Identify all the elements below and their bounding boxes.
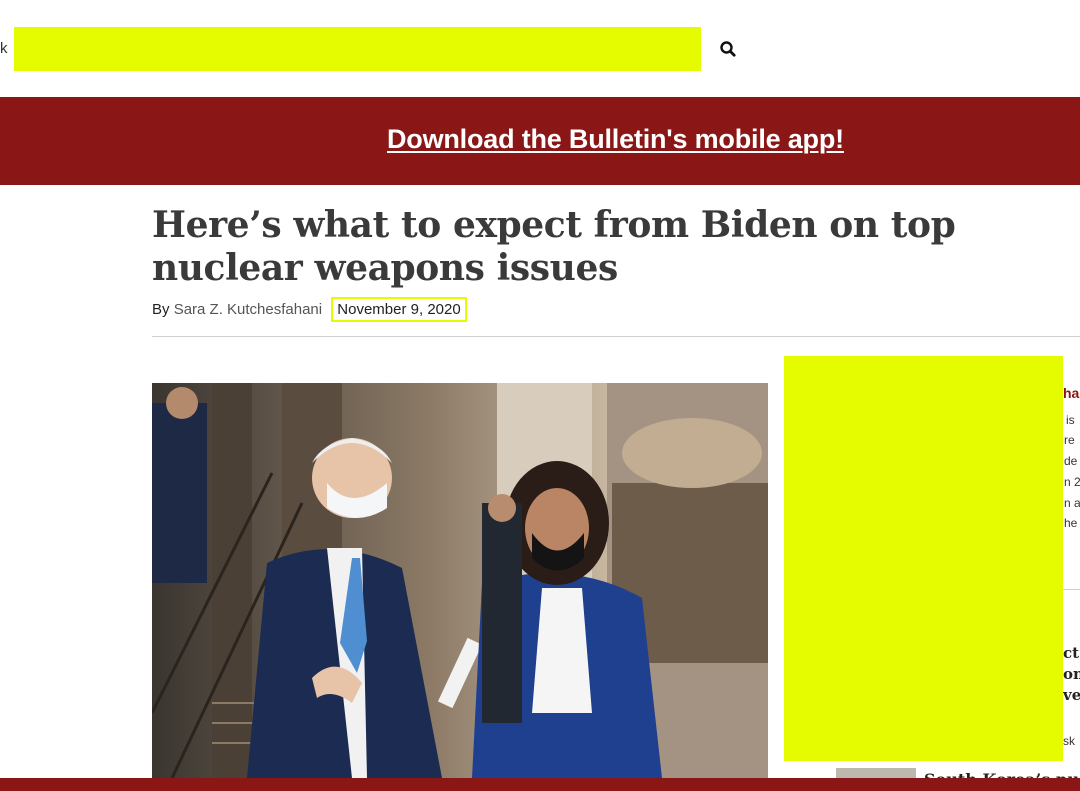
byline-prefix: By — [152, 301, 170, 318]
article-byline: By Sara Z. Kutchesfahani November 9, 202… — [152, 297, 467, 322]
bottom-bar — [0, 778, 1080, 791]
search-icon — [720, 41, 736, 57]
sidebar-text-fragment: de — [1064, 454, 1078, 468]
sidebar-headline-fragment[interactable]: on — [1063, 665, 1080, 683]
hero-image — [152, 383, 768, 778]
sidebar-text-fragment: n a — [1064, 496, 1080, 510]
author-link[interactable]: Sara Z. Kutchesfahani — [174, 301, 322, 318]
sidebar-text-fragment: he — [1064, 516, 1078, 530]
article-headline: Here’s what to expect from Biden on top … — [152, 204, 956, 289]
search-button[interactable] — [718, 39, 738, 59]
sidebar-title-fragment[interactable]: ha — [1063, 385, 1079, 401]
hero-photo-illustration — [152, 383, 768, 778]
header-divider — [152, 336, 1080, 337]
publish-date: November 9, 2020 — [331, 297, 467, 322]
sidebar-headline-fragment[interactable]: ct — [1063, 644, 1079, 662]
sidebar-divider — [1063, 589, 1080, 590]
sidebar-byline-fragment: sk — [1063, 734, 1075, 748]
search-left-fragment: k — [0, 40, 8, 57]
sidebar-headline-fragment[interactable]: ve — [1063, 686, 1080, 704]
top-search-bar: k — [0, 0, 1080, 98]
download-app-link[interactable]: Download the Bulletin's mobile app! — [387, 124, 844, 155]
sidebar-text-fragment: re — [1064, 433, 1075, 447]
page: k Download the Bulletin's mobile app! He… — [0, 0, 1080, 791]
sidebar-redacted-block — [784, 356, 1063, 761]
sidebar-text-fragment: is — [1066, 413, 1075, 427]
search-input-redacted[interactable] — [14, 27, 701, 71]
sidebar-text-fragment: n 2 — [1064, 475, 1080, 489]
